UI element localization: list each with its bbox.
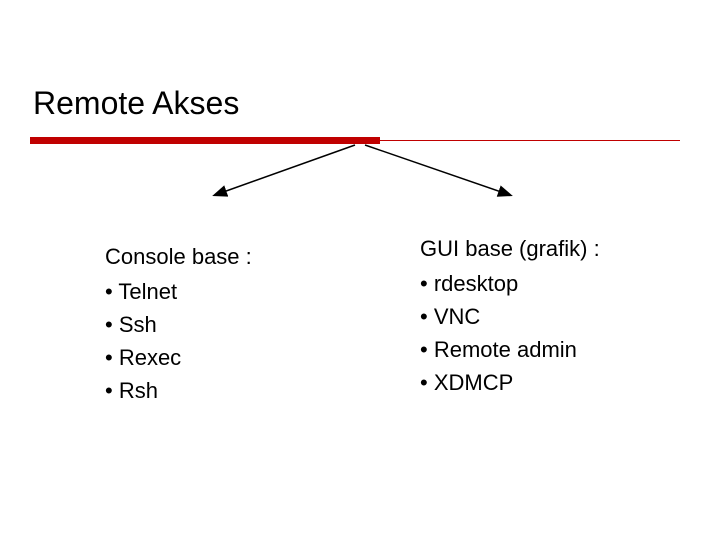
list-item: Telnet (105, 275, 365, 308)
gui-heading: GUI base (grafik) : (420, 232, 680, 265)
console-list: Telnet Ssh Rexec Rsh (105, 275, 365, 407)
arrow-left-icon (215, 145, 355, 195)
list-item: Ssh (105, 308, 365, 341)
list-item: Remote admin (420, 333, 680, 366)
list-item: Rexec (105, 341, 365, 374)
list-item: Rsh (105, 374, 365, 407)
list-item: VNC (420, 300, 680, 333)
gui-base-column: GUI base (grafik) : rdesktop VNC Remote … (420, 232, 680, 399)
list-item: rdesktop (420, 267, 680, 300)
title-underline-bar (30, 137, 380, 144)
console-heading: Console base : (105, 240, 365, 273)
title-underline-thin (380, 140, 680, 141)
slide: Remote Akses Console base : Telnet Ssh R… (0, 0, 720, 540)
gui-list: rdesktop VNC Remote admin XDMCP (420, 267, 680, 399)
slide-title: Remote Akses (33, 85, 239, 122)
list-item: XDMCP (420, 366, 680, 399)
arrow-right-icon (365, 145, 510, 195)
console-base-column: Console base : Telnet Ssh Rexec Rsh (105, 240, 365, 407)
